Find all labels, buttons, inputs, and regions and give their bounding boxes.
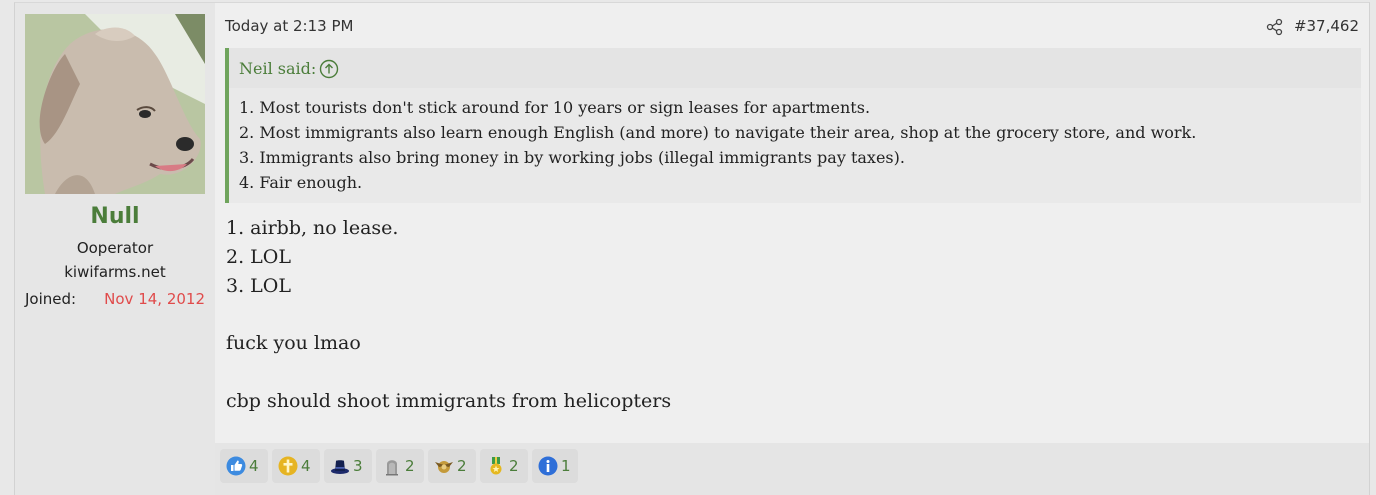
forum-post: Null Ooperator kiwifarms.net Joined: Nov… [14,2,1370,495]
post-date[interactable]: Today at 2:13 PM [225,17,353,35]
username[interactable]: Null [15,204,215,229]
post-number-link[interactable]: #37,462 [1294,17,1359,35]
reaction-count: 4 [249,457,259,475]
reaction-count: 1 [561,457,571,475]
quote-author-link[interactable]: Neil said: [239,59,316,78]
joined-date: Nov 14, 2012 [104,290,205,308]
reaction-top-hat[interactable]: 3 [324,449,372,483]
avatar[interactable] [25,14,205,194]
quote-block: Neil said: 1. Most tourists don't stick … [225,48,1361,203]
post-body-line: 2. LOL [226,246,291,268]
arrow-up-circle-icon[interactable] [319,59,339,79]
medal-icon [490,457,502,475]
gravestone-icon [386,460,398,476]
joined-label: Joined: [25,290,77,308]
reaction-count: 2 [405,457,415,475]
eagle-icon [435,461,453,473]
user-banner: kiwifarms.net [64,263,166,281]
quote-line: 4. Fair enough. [239,173,363,192]
quote-body: 1. Most tourists don't stick around for … [229,88,1361,203]
post-body-line: cbp should shoot immigrants from helicop… [226,390,672,412]
info-icon [538,456,558,476]
reaction-count: 4 [301,457,311,475]
reaction-info[interactable]: 1 [532,449,578,483]
reaction-medal[interactable]: 2 [480,449,528,483]
post-main: Today at 2:13 PM #37,462 Neil said: 1. M… [215,3,1369,495]
user-title: Ooperator [76,239,154,257]
post-body-line: 3. LOL [226,275,291,297]
top-hat-icon [331,460,349,474]
reaction-eagle[interactable]: 2 [428,449,476,483]
cross-icon [278,456,298,476]
thumbs-up-icon [226,456,246,476]
post-body-line: 1. airbb, no lease. [226,217,399,239]
reaction-count: 3 [353,457,363,475]
reaction-gravestone[interactable]: 2 [376,449,424,483]
quote-line: 1. Most tourists don't stick around for … [239,98,871,117]
reactions-bar: 4 4 3 2 2 2 1 [215,443,1369,495]
share-icon[interactable] [1266,18,1284,36]
reaction-cross[interactable]: 4 [272,449,320,483]
post-body-line: fuck you lmao [226,332,361,354]
reaction-count: 2 [457,457,467,475]
user-sidebar: Null Ooperator kiwifarms.net Joined: Nov… [15,3,215,495]
quote-line: 2. Most immigrants also learn enough Eng… [239,123,1197,142]
reaction-thumbs-up[interactable]: 4 [220,449,268,483]
dog-avatar-image [25,14,205,194]
reaction-count: 2 [509,457,519,475]
quote-line: 3. Immigrants also bring money in by wor… [239,148,905,167]
quote-header: Neil said: [229,48,1361,88]
